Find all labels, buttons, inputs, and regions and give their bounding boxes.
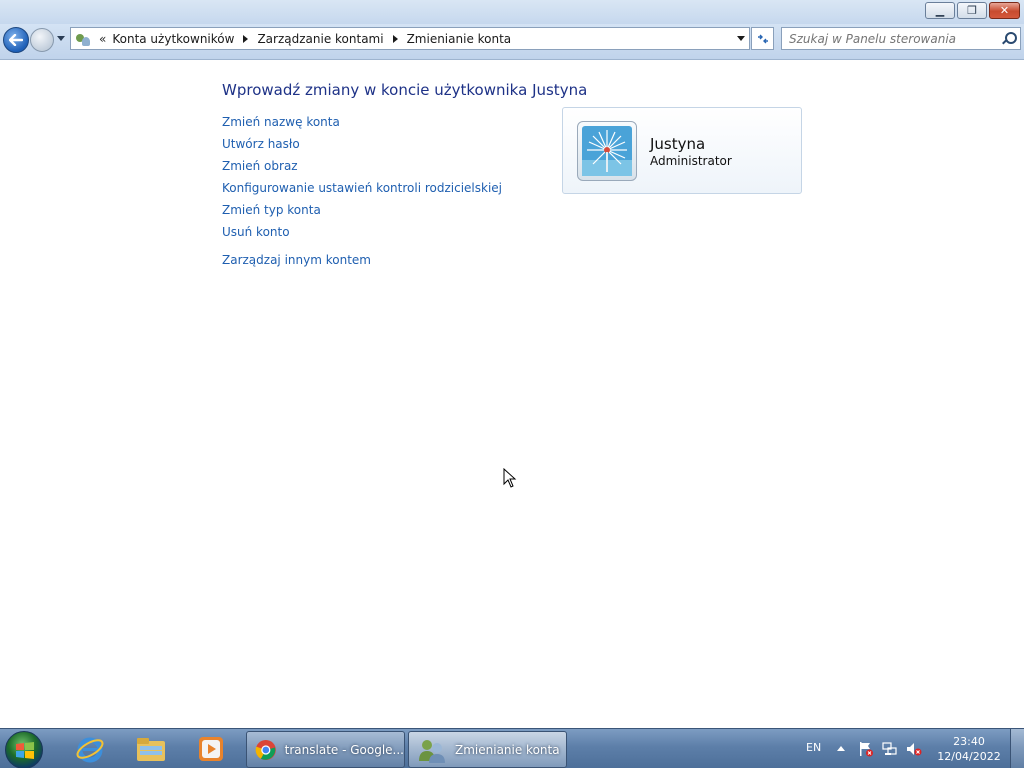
breadcrumb-separator-icon[interactable] bbox=[392, 34, 398, 43]
show-hidden-icons-icon[interactable] bbox=[837, 746, 845, 751]
user-accounts-icon bbox=[419, 739, 445, 763]
page-title: Wprowadź zmiany w koncie użytkownika Jus… bbox=[222, 81, 588, 99]
taskbar-item-chrome[interactable]: translate - Google... bbox=[246, 731, 405, 768]
change-account-type-link[interactable]: Zmień typ konta bbox=[222, 202, 502, 224]
recent-pages-chevron-icon[interactable] bbox=[57, 36, 65, 41]
task-links: Zmień nazwę konta Utwórz hasło Zmień obr… bbox=[222, 114, 502, 246]
refresh-icon bbox=[757, 34, 768, 43]
search-input[interactable] bbox=[789, 31, 994, 46]
restore-icon: ❐ bbox=[967, 4, 977, 17]
media-player-pin[interactable] bbox=[187, 732, 235, 766]
manage-another-account-link[interactable]: Zarządzaj innym kontem bbox=[222, 253, 371, 267]
windmill-picture-icon bbox=[582, 126, 632, 176]
action-center-flag-icon[interactable] bbox=[858, 741, 874, 757]
internet-explorer-icon bbox=[76, 737, 104, 763]
show-desktop-button[interactable] bbox=[1010, 729, 1024, 768]
system-clock[interactable]: 23:40 12/04/2022 bbox=[930, 734, 1008, 764]
forward-button[interactable] bbox=[30, 28, 54, 52]
clock-time: 23:40 bbox=[953, 735, 985, 748]
clock-date: 12/04/2022 bbox=[937, 750, 1001, 763]
start-button[interactable] bbox=[5, 731, 43, 768]
minimize-icon: ▁ bbox=[935, 4, 945, 17]
restore-button[interactable]: ❐ bbox=[957, 2, 987, 19]
refresh-button[interactable] bbox=[751, 27, 774, 50]
change-picture-link[interactable]: Zmień obraz bbox=[222, 158, 502, 180]
media-player-icon bbox=[199, 737, 223, 761]
close-icon: ✕ bbox=[999, 4, 1010, 17]
volume-muted-icon[interactable] bbox=[906, 741, 922, 757]
account-card: Justyna Administrator bbox=[562, 107, 802, 194]
arrow-left-icon bbox=[9, 34, 23, 46]
taskbar: translate - Google... Zmienianie konta E… bbox=[0, 728, 1024, 768]
address-dropdown-icon[interactable] bbox=[737, 36, 745, 41]
taskbar-item-label: Zmienianie konta bbox=[455, 742, 560, 757]
mouse-cursor-icon bbox=[503, 468, 517, 488]
breadcrumb-separator-icon[interactable] bbox=[243, 34, 249, 43]
breadcrumb-item[interactable]: Konta użytkowników bbox=[112, 32, 234, 46]
language-indicator[interactable]: EN bbox=[806, 741, 821, 754]
window-controls: ▁ ❐ ✕ bbox=[925, 2, 1020, 19]
user-accounts-icon bbox=[75, 31, 91, 47]
window-titlebar: ▁ ❐ ✕ bbox=[0, 0, 1024, 24]
explorer-pin[interactable] bbox=[127, 732, 175, 766]
address-bar[interactable]: « Konta użytkowników Zarządzanie kontami… bbox=[70, 27, 750, 50]
navigation-bar: « Konta użytkowników Zarządzanie kontami… bbox=[0, 24, 1024, 60]
taskbar-item-user-accounts[interactable]: Zmienianie konta bbox=[408, 731, 567, 768]
windows-logo-icon bbox=[16, 742, 34, 759]
breadcrumb-overflow[interactable]: « bbox=[99, 32, 106, 46]
parental-controls-link[interactable]: Konfigurowanie ustawień kontroli rodzici… bbox=[222, 180, 502, 202]
avatar[interactable] bbox=[577, 121, 637, 181]
minimize-button[interactable]: ▁ bbox=[925, 2, 955, 19]
network-icon[interactable] bbox=[882, 741, 898, 757]
account-type: Administrator bbox=[650, 154, 732, 168]
folder-icon bbox=[137, 738, 165, 761]
rename-account-link[interactable]: Zmień nazwę konta bbox=[222, 114, 502, 136]
close-button[interactable]: ✕ bbox=[989, 2, 1020, 19]
chrome-icon bbox=[255, 739, 276, 760]
delete-account-link[interactable]: Usuń konto bbox=[222, 224, 502, 246]
create-password-link[interactable]: Utwórz hasło bbox=[222, 136, 502, 158]
search-icon[interactable] bbox=[1002, 32, 1017, 45]
account-name: Justyna bbox=[650, 135, 706, 153]
internet-explorer-pin[interactable] bbox=[66, 732, 114, 766]
search-field[interactable] bbox=[781, 27, 1021, 50]
breadcrumb-item[interactable]: Zmienianie konta bbox=[407, 32, 512, 46]
breadcrumb-item[interactable]: Zarządzanie kontami bbox=[257, 32, 383, 46]
taskbar-item-label: translate - Google... bbox=[284, 742, 404, 757]
back-button[interactable] bbox=[3, 27, 29, 53]
